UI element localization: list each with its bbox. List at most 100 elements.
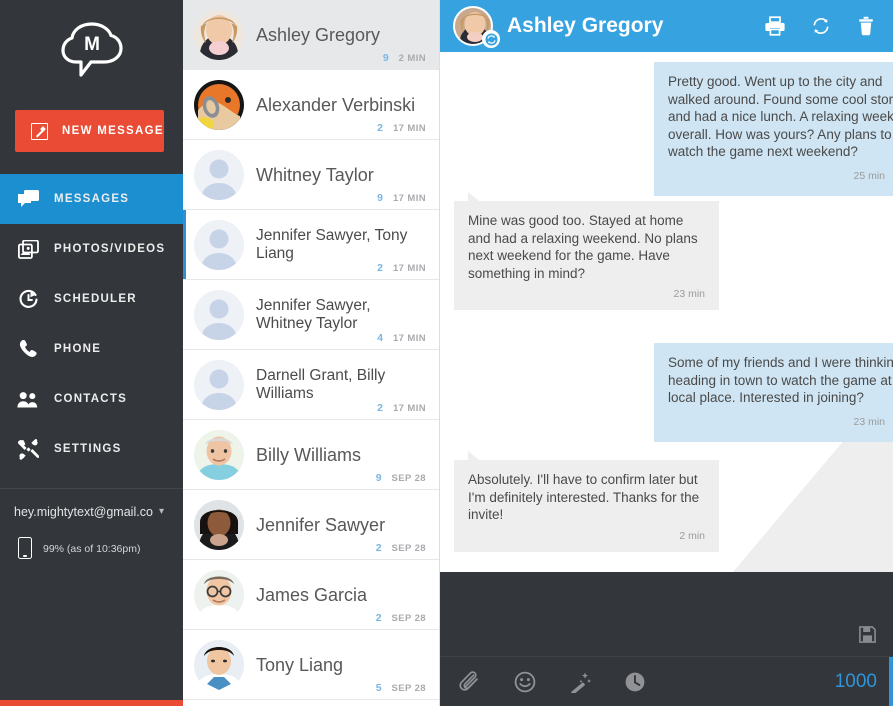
delete-icon[interactable] bbox=[857, 16, 875, 36]
conversation-row[interactable]: James Garcia 2 SEP 28 bbox=[183, 560, 439, 630]
sidebar-item-scheduler[interactable]: SCHEDULER bbox=[0, 274, 183, 324]
conversation-timestamp: SEP 28 bbox=[391, 542, 426, 554]
conversation-timestamp: 17 MIN bbox=[392, 192, 426, 204]
message-incoming[interactable]: Absolutely. I'll have to confirm later b… bbox=[440, 451, 893, 552]
new-message-button[interactable]: NEW MESSAGE bbox=[15, 110, 164, 152]
sidebar-item-contacts[interactable]: CONTACTS bbox=[0, 374, 183, 424]
message-footer: 23 min bbox=[468, 288, 705, 304]
message-outgoing[interactable]: Pretty good. Went up to the city and wal… bbox=[440, 62, 893, 196]
conversation-row[interactable]: Billy Williams 9 SEP 28 bbox=[183, 420, 439, 490]
message-count: 2 bbox=[375, 612, 382, 624]
print-icon[interactable] bbox=[765, 16, 785, 36]
message-timestamp: 23 min bbox=[853, 416, 885, 428]
sidebar-item-messages[interactable]: MESSAGES bbox=[0, 174, 183, 224]
chat-header: Ashley Gregory bbox=[440, 0, 893, 52]
conversation-body: Tony Liang 5 SEP 28 bbox=[244, 630, 427, 699]
character-counter: 1000 bbox=[834, 670, 877, 692]
sidebar-nav: MESSAGES PHOTOS/VIDEOS 1 bbox=[0, 174, 183, 474]
conversation-row[interactable]: Alexander Verbinski 2 17 MIN bbox=[183, 70, 439, 140]
sidebar-item-label: MESSAGES bbox=[54, 193, 130, 205]
message-incoming[interactable]: Mine was good too. Stayed at home and ha… bbox=[440, 192, 893, 310]
svg-text:M: M bbox=[84, 34, 100, 55]
app-window: M NEW MESSAGE MESSAGES PHOTOS/VIDEOS SCH… bbox=[0, 0, 893, 706]
conversation-body: Alexander Verbinski 2 17 MIN bbox=[244, 70, 427, 139]
conversation-row[interactable]: Tony Liang 5 SEP 28 bbox=[183, 630, 439, 700]
conversation-meta: 5 SEP 28 bbox=[376, 682, 426, 694]
message-count: 9 bbox=[377, 192, 383, 204]
conversation-name: Jennifer Sawyer, Tony Liang bbox=[256, 226, 408, 262]
chat-panel: Ashley Gregory Pretty good. Went up to t… bbox=[440, 0, 893, 706]
compose-textarea-wrap[interactable] bbox=[440, 572, 893, 657]
conversation-meta: 9 2 MIN bbox=[383, 52, 426, 64]
message-thread[interactable]: Pretty good. Went up to the city and wal… bbox=[440, 52, 893, 572]
conversation-row[interactable]: Billy Williams, Whitney Taylor 1 SEP 28 bbox=[183, 700, 439, 706]
magic-wand-icon[interactable] bbox=[569, 671, 591, 693]
sidebar-item-label: SETTINGS bbox=[54, 443, 122, 455]
conversation-meta: 2 17 MIN bbox=[377, 262, 426, 274]
sidebar-item-photos-videos[interactable]: PHOTOS/VIDEOS 1 bbox=[0, 224, 183, 274]
conversation-meta: 2 17 MIN bbox=[377, 402, 426, 414]
conversation-body: James Garcia 2 SEP 28 bbox=[244, 560, 427, 629]
sidebar-item-label: CONTACTS bbox=[54, 393, 128, 405]
sidebar-item-label: SCHEDULER bbox=[54, 293, 137, 305]
conversation-meta: 9 SEP 28 bbox=[376, 472, 426, 484]
conversation-name: James Garcia bbox=[256, 584, 368, 605]
battery-label: 99% (as of 10:36pm) bbox=[43, 543, 141, 555]
conversation-timestamp: SEP 28 bbox=[391, 612, 426, 624]
message-text: Mine was good too. Stayed at home and ha… bbox=[468, 213, 698, 281]
emoji-icon[interactable] bbox=[514, 671, 536, 693]
conversation-body: Jennifer Sawyer 2 SEP 28 bbox=[244, 490, 427, 559]
contact-avatar bbox=[194, 639, 244, 690]
save-draft-icon[interactable] bbox=[859, 626, 876, 648]
message-bubble: Mine was good too. Stayed at home and ha… bbox=[454, 192, 719, 310]
sidebar-item-phone[interactable]: PHONE bbox=[0, 324, 183, 374]
conversation-timestamp: 17 MIN bbox=[392, 402, 426, 414]
conversation-body: Billy Williams 9 SEP 28 bbox=[244, 420, 427, 489]
conversation-row[interactable]: Jennifer Sawyer, Tony Liang 2 17 MIN bbox=[183, 210, 439, 280]
message-timestamp: 23 min bbox=[673, 288, 705, 300]
phone-icon bbox=[17, 338, 39, 360]
mightytext-cloud-logo-icon: M bbox=[60, 22, 123, 77]
message-bubble: Some of my friends and I were thinking o… bbox=[654, 343, 893, 442]
chevron-down-icon: ▾ bbox=[159, 506, 165, 517]
conversation-timestamp: SEP 28 bbox=[391, 682, 426, 694]
message-count: 5 bbox=[375, 682, 382, 694]
attachment-icon[interactable] bbox=[459, 670, 481, 693]
message-count: 9 bbox=[375, 472, 382, 484]
app-logo: M bbox=[0, 0, 183, 100]
sidebar-item-label: PHONE bbox=[54, 343, 102, 355]
device-battery-status: 99% (as of 10:36pm) bbox=[0, 519, 183, 559]
conversation-body: Darnell Grant, Billy Williams 2 17 MIN bbox=[244, 350, 427, 419]
conversation-row[interactable]: Jennifer Sawyer 2 SEP 28 bbox=[183, 490, 439, 560]
bubble-tail bbox=[468, 192, 479, 201]
contact-avatar bbox=[194, 219, 244, 270]
message-footer: 25 min bbox=[668, 167, 893, 190]
conversation-name: Billy Williams bbox=[256, 444, 361, 465]
chat-action-bar bbox=[765, 16, 875, 36]
conversation-timestamp: 17 MIN bbox=[392, 122, 426, 134]
account-selector[interactable]: hey.mightytext@gmail.co... ▾ bbox=[0, 489, 183, 519]
sidebar-item-settings[interactable]: SETTINGS bbox=[0, 424, 183, 474]
conversation-row[interactable]: Jennifer Sawyer, Whitney Taylor 4 17 MIN bbox=[183, 280, 439, 350]
conversation-timestamp: SEP 28 bbox=[391, 472, 426, 484]
conversation-row[interactable]: Ashley Gregory 9 2 MIN bbox=[183, 0, 439, 70]
conversation-timestamp: 17 MIN bbox=[392, 262, 426, 274]
conversation-row[interactable]: Darnell Grant, Billy Williams 2 17 MIN bbox=[183, 350, 439, 420]
conversation-list[interactable]: Ashley Gregory 9 2 MIN Alexander Verbins… bbox=[183, 0, 440, 706]
conversation-row[interactable]: Whitney Taylor 9 17 MIN bbox=[183, 140, 439, 210]
phone-device-icon bbox=[18, 537, 32, 559]
message-count: 4 bbox=[377, 332, 383, 344]
message-count: 2 bbox=[377, 122, 383, 134]
clock-icon[interactable] bbox=[624, 671, 646, 693]
messages-icon bbox=[17, 188, 39, 210]
message-outgoing[interactable]: Some of my friends and I were thinking o… bbox=[440, 343, 893, 442]
conversation-timestamp: 17 MIN bbox=[392, 332, 426, 344]
conversation-timestamp: 2 MIN bbox=[398, 52, 426, 64]
conversation-name: Alexander Verbinski bbox=[256, 94, 416, 115]
sync-icon[interactable] bbox=[811, 16, 831, 36]
photos-icon bbox=[17, 238, 39, 260]
message-timestamp: 25 min bbox=[853, 170, 885, 182]
conversation-name: Ashley Gregory bbox=[256, 24, 381, 45]
contact-avatar bbox=[194, 569, 244, 620]
conversation-name: Jennifer Sawyer, Whitney Taylor bbox=[256, 296, 371, 332]
